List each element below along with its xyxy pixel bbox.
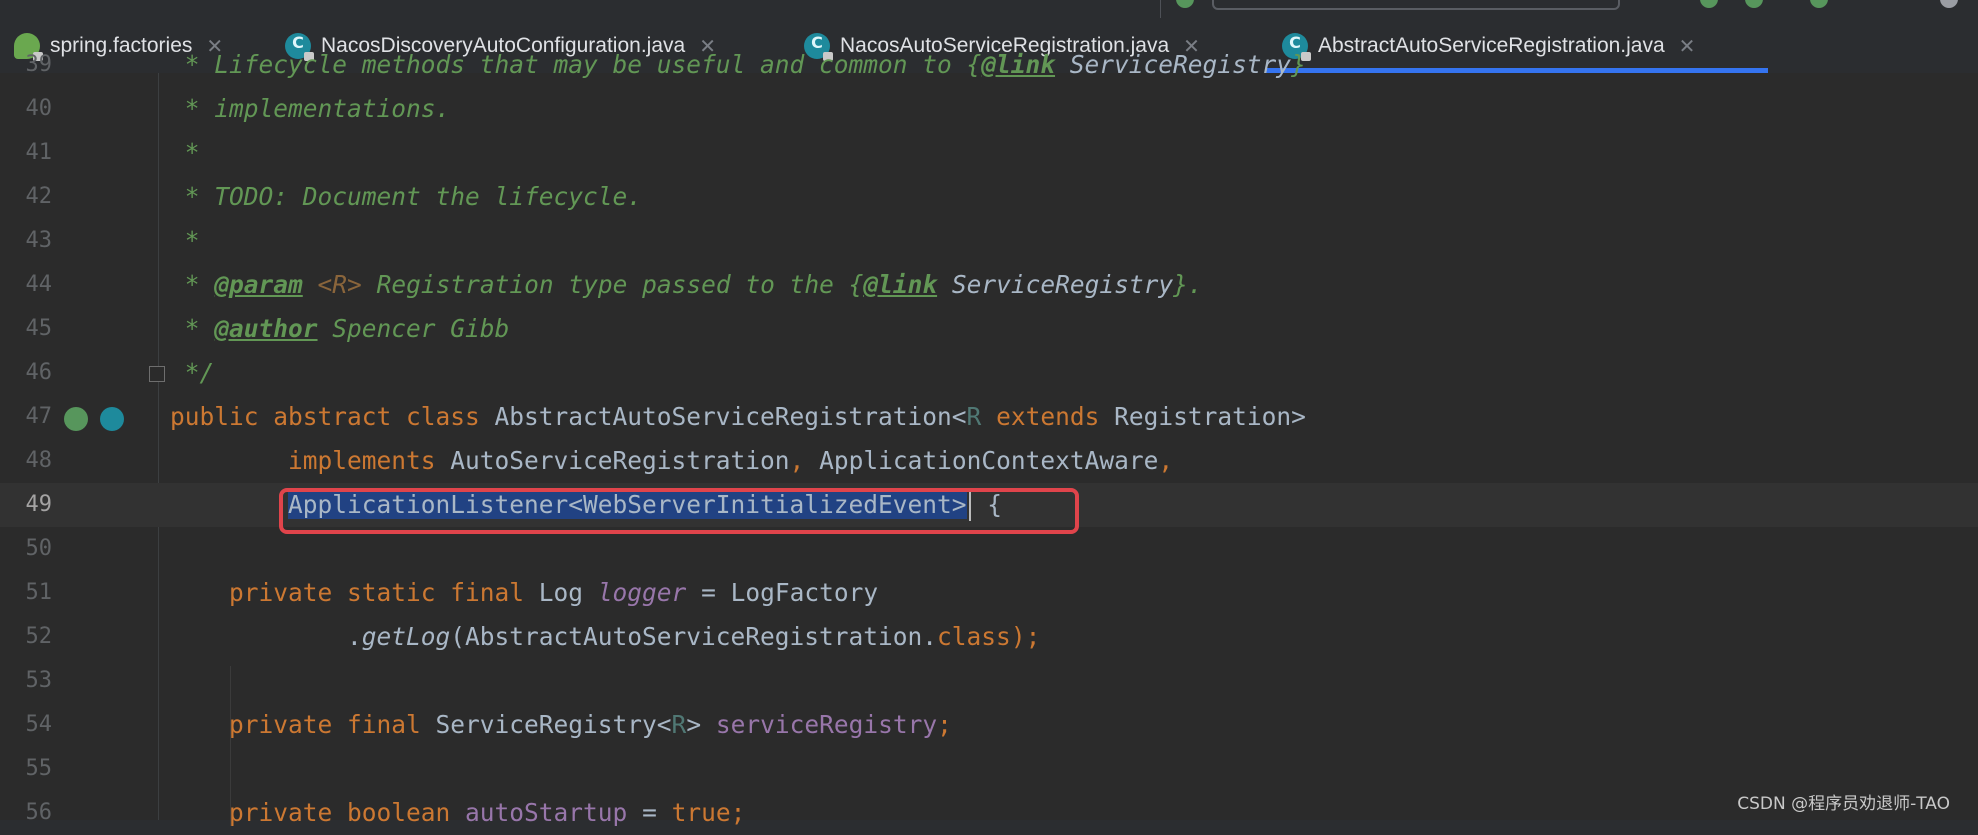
- line-number: 43: [25, 228, 53, 253]
- code-text: private boolean autoStartup = true;: [229, 798, 746, 827]
- code-line[interactable]: 55: [0, 747, 1978, 791]
- code-editor[interactable]: 39 * Lifecycle methods that may be usefu…: [0, 50, 1978, 827]
- code-line[interactable]: 56 private boolean autoStartup = true;: [0, 791, 1978, 835]
- fold-marker-icon[interactable]: [149, 366, 165, 382]
- line-number: 56: [25, 800, 53, 825]
- line-number: 51: [25, 580, 53, 605]
- line-number: 53: [25, 668, 53, 693]
- line-number: 40: [25, 96, 53, 121]
- code-text: * implementations.: [170, 94, 451, 123]
- code-line[interactable]: 47 public abstract class AbstractAutoSer…: [0, 395, 1978, 439]
- code-text: implements AutoServiceRegistration, Appl…: [288, 446, 1174, 475]
- code-text: public abstract class AbstractAutoServic…: [170, 402, 1306, 431]
- code-line[interactable]: 53: [0, 659, 1978, 703]
- implementation-gutter-icon[interactable]: [100, 407, 124, 431]
- toolbar-divider: [1160, 0, 1161, 18]
- code-line[interactable]: 45 * @author Spencer Gibb: [0, 307, 1978, 351]
- line-number: 48: [25, 448, 53, 473]
- build-icon[interactable]: [1176, 0, 1194, 8]
- watermark: CSDN @程序员劝退师-TAO: [1737, 794, 1950, 814]
- top-toolbar: [0, 0, 1978, 19]
- line-number: 42: [25, 184, 53, 209]
- run-icon[interactable]: [1700, 0, 1718, 8]
- line-number: 45: [25, 316, 53, 341]
- code-line[interactable]: 54 private final ServiceRegistry<R> serv…: [0, 703, 1978, 747]
- code-text: */: [170, 358, 215, 387]
- code-line[interactable]: 48 implements AutoServiceRegistration, A…: [0, 439, 1978, 483]
- line-number: 55: [25, 756, 53, 781]
- code-text: *: [170, 138, 200, 167]
- code-text: * Lifecycle methods that may be useful a…: [170, 50, 1306, 79]
- code-text: private static final Log logger = LogFac…: [229, 578, 879, 607]
- line-number: 44: [25, 272, 53, 297]
- code-text: private final ServiceRegistry<R> service…: [229, 710, 952, 739]
- code-line[interactable]: 43 *: [0, 219, 1978, 263]
- line-number: 47: [25, 404, 53, 429]
- debug-icon[interactable]: [1745, 0, 1763, 8]
- code-text: * @param <R> Registration type passed to…: [170, 270, 1203, 299]
- code-line[interactable]: 41 *: [0, 131, 1978, 175]
- code-line[interactable]: 44 * @param <R> Registration type passed…: [0, 263, 1978, 307]
- profile-icon[interactable]: [1810, 0, 1828, 8]
- code-line[interactable]: 40 * implementations.: [0, 87, 1978, 131]
- code-line[interactable]: 51 private static final Log logger = Log…: [0, 571, 1978, 615]
- line-number: 52: [25, 624, 53, 649]
- code-text: * TODO: Document the lifecycle.: [170, 182, 643, 211]
- line-number: 54: [25, 712, 53, 737]
- line-number: 49: [25, 492, 53, 517]
- code-text: .getLog(AbstractAutoServiceRegistration.…: [170, 622, 1041, 651]
- search-box[interactable]: [1212, 0, 1620, 10]
- line-number: 41: [25, 140, 53, 165]
- line-number: 50: [25, 536, 53, 561]
- line-number: 46: [25, 360, 53, 385]
- code-line[interactable]: 50: [0, 527, 1978, 571]
- settings-icon[interactable]: [1940, 0, 1958, 8]
- code-text: * @author Spencer Gibb: [170, 314, 510, 343]
- line-number: 39: [25, 52, 53, 77]
- code-line[interactable]: 39 * Lifecycle methods that may be usefu…: [0, 43, 1978, 87]
- code-text: *: [170, 226, 200, 255]
- spring-bean-gutter-icon[interactable]: [64, 407, 88, 431]
- code-line[interactable]: 42 * TODO: Document the lifecycle.: [0, 175, 1978, 219]
- code-line[interactable]: 46 */: [0, 351, 1978, 395]
- code-line[interactable]: 52 .getLog(AbstractAutoServiceRegistrati…: [0, 615, 1978, 659]
